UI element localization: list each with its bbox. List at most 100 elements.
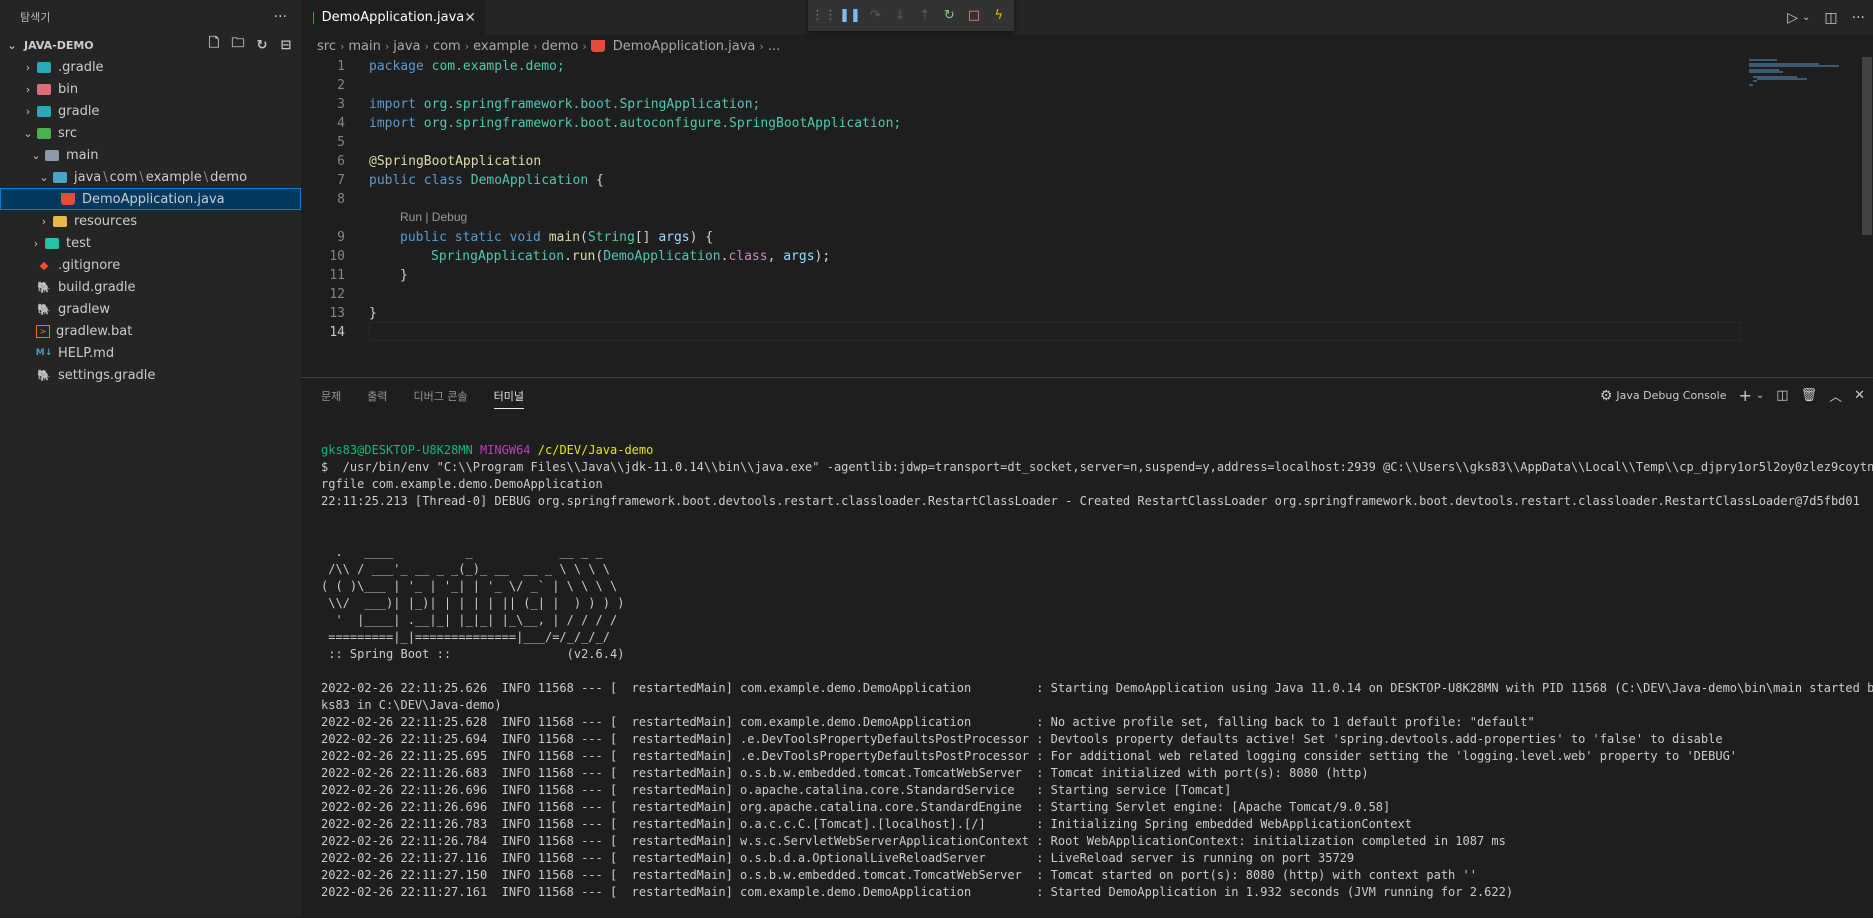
tree-item-demoapplication[interactable]: DemoApplication.java <box>0 188 301 210</box>
tree-item-label: test <box>66 235 91 251</box>
terminal-selector[interactable]: ⚙ Java Debug Console <box>1600 388 1727 404</box>
step-out-icon[interactable]: ↑ <box>915 6 934 26</box>
explorer-header: 탐색기 ··· <box>0 0 301 34</box>
tree-item-build-gradle[interactable]: 🐘 build.gradle <box>0 276 301 298</box>
tab-demoapplication[interactable]: DemoApplication.java ✕ <box>301 0 486 35</box>
folder-open-icon <box>52 170 68 184</box>
tab-output[interactable]: 출력 <box>367 388 387 404</box>
close-icon[interactable]: ✕ <box>1854 388 1865 403</box>
new-terminal-icon[interactable]: + <box>1738 386 1751 405</box>
hot-code-replace-icon[interactable]: ϟ <box>989 6 1008 26</box>
tree-item-label: build.gradle <box>58 279 136 295</box>
pause-icon[interactable]: ❚❚ <box>839 6 861 26</box>
editor-scrollbar[interactable] <box>1862 57 1872 235</box>
tree-item-label: resources <box>74 213 138 229</box>
tree-item-bin[interactable]: › bin <box>0 78 301 100</box>
tree-item-label: .gradle <box>58 59 104 75</box>
breadcrumb-item[interactable]: example <box>473 39 529 54</box>
codelens-run-debug[interactable]: Run | Debug <box>400 210 467 224</box>
tree-item-label: .gitignore <box>58 257 121 273</box>
terminal-line: . ____ _ __ _ _ <box>321 545 603 559</box>
package-segment: java <box>74 169 102 185</box>
terminal-line: 2022-02-26 22:11:26.683 INFO 11568 --- [… <box>321 766 1369 780</box>
tree-item-dotgradle[interactable]: › .gradle <box>0 56 301 78</box>
step-over-icon[interactable]: ↷ <box>866 6 885 26</box>
terminal-line: =========|_|==============|___/=/_/_/_/ <box>321 630 610 644</box>
folder-open-icon <box>36 126 52 140</box>
gradle-icon: 🐘 <box>37 368 51 382</box>
terminal-output[interactable]: gks83@DESKTOP-U8K28MN MINGW64 /c/DEV/Jav… <box>321 442 1873 901</box>
more-actions-icon[interactable]: ··· <box>274 9 287 25</box>
tree-item-gitignore[interactable]: ◆ .gitignore <box>0 254 301 276</box>
breadcrumb-item[interactable]: src <box>317 39 336 54</box>
tab-debug-console[interactable]: 디버그 콘솔 <box>414 388 468 404</box>
tree-item-label: gradlew <box>58 301 111 317</box>
breadcrumb-item[interactable]: ... <box>768 39 780 54</box>
tree-item-label: bin <box>58 81 79 97</box>
code-line-11: } <box>400 268 408 283</box>
refresh-icon[interactable]: ↻ <box>253 36 271 54</box>
split-editor-icon[interactable]: ◫ <box>1824 10 1837 26</box>
chevron-right-icon: › <box>41 214 47 228</box>
new-file-icon[interactable]: 🗋 <box>205 36 223 54</box>
tree-item-main[interactable]: ⌄ main <box>0 144 301 166</box>
bottom-panel: 문제 출력 디버그 콘솔 터미널 ⚙ Java Debug Console + … <box>301 377 1873 918</box>
close-icon[interactable]: ✕ <box>464 10 476 26</box>
run-icon[interactable]: ▷ <box>1787 10 1798 26</box>
tree-item-settings-gradle[interactable]: 🐘 settings.gradle <box>0 364 301 386</box>
split-terminal-icon[interactable]: ◫ <box>1776 388 1788 403</box>
tree-item-src[interactable]: ⌄ src <box>0 122 301 144</box>
breadcrumb-item[interactable]: DemoApplication.java <box>613 39 756 54</box>
restart-icon[interactable]: ↻ <box>940 6 959 26</box>
breadcrumb-item[interactable]: demo <box>541 39 578 54</box>
line-number: 8 <box>337 192 345 207</box>
chevron-right-icon: › <box>424 39 429 53</box>
folder-icon <box>36 82 52 96</box>
trash-icon[interactable]: 🗑 <box>1801 388 1818 403</box>
breadcrumb: src › main › java › com › example › demo › Dem… <box>301 35 1817 57</box>
drag-handle-icon[interactable]: ⋮⋮ <box>811 6 837 26</box>
chevron-right-icon: › <box>25 104 31 118</box>
maximize-panel-icon[interactable]: ︿ <box>1829 386 1842 405</box>
markdown-icon: M↓ <box>35 348 53 358</box>
minimap[interactable] <box>1743 57 1863 117</box>
line-number: 4 <box>337 116 345 131</box>
breadcrumb-item[interactable]: com <box>433 39 461 54</box>
tree-item-java-package[interactable]: ⌄ java \ com \ example \ demo <box>0 166 301 188</box>
new-folder-icon[interactable]: 🗀 <box>229 36 247 54</box>
tree-item-test[interactable]: › test <box>0 232 301 254</box>
tree-item-gradlew-bat[interactable]: > gradlew.bat <box>0 320 301 342</box>
stop-icon[interactable]: □ <box>965 6 984 26</box>
chevron-down-icon: ⌄ <box>39 170 49 184</box>
terminal-line: 2022-02-26 22:11:26.783 INFO 11568 --- [… <box>321 817 1412 831</box>
collapse-all-icon[interactable]: ⊟ <box>277 36 295 54</box>
tree-item-label: HELP.md <box>58 345 115 361</box>
tab-terminal[interactable]: 터미널 <box>493 388 524 409</box>
chevron-right-icon: › <box>339 39 345 53</box>
project-header[interactable]: ⌄ JAVA-DEMO 🗋 🗀 ↻ ⊟ <box>0 34 301 56</box>
terminal-line: \\/ ___)| |_)| | | | | || (_| | ) ) ) ) <box>321 596 625 610</box>
chevron-down-icon[interactable]: ⌄ <box>1756 390 1764 401</box>
breadcrumb-item[interactable]: java <box>393 39 420 54</box>
tree-item-gradlew[interactable]: 🐘 gradlew <box>0 298 301 320</box>
breadcrumb-item[interactable]: main <box>348 39 380 54</box>
tree-item-help-md[interactable]: M↓ HELP.md <box>0 342 301 364</box>
panel-actions: ⚙ Java Debug Console + ⌄ ◫ 🗑 ︿ ✕ <box>1600 378 1865 413</box>
code-line-6: @SpringBootApplication <box>369 154 542 169</box>
tree-item-label: settings.gradle <box>58 367 156 383</box>
java-file-icon <box>590 40 605 52</box>
step-into-icon[interactable]: ↓ <box>891 6 910 26</box>
code-editor[interactable]: 1 package com.example.demo; 2 3 import org… <box>301 57 1873 377</box>
tree-item-resources[interactable]: › resources <box>0 210 301 232</box>
tree-item-label: gradlew.bat <box>56 323 133 339</box>
chevron-down-icon[interactable]: ⌄ <box>1802 12 1810 23</box>
package-segment: com <box>109 169 138 185</box>
terminal-line: 2022-02-26 22:11:26.696 INFO 11568 --- [… <box>321 800 1391 814</box>
tree-item-gradle[interactable]: › gradle <box>0 100 301 122</box>
line-number: 10 <box>329 249 345 264</box>
tab-problems[interactable]: 문제 <box>321 388 341 404</box>
more-actions-icon[interactable]: ··· <box>1852 10 1865 26</box>
terminal-name: Java Debug Console <box>1616 389 1727 402</box>
